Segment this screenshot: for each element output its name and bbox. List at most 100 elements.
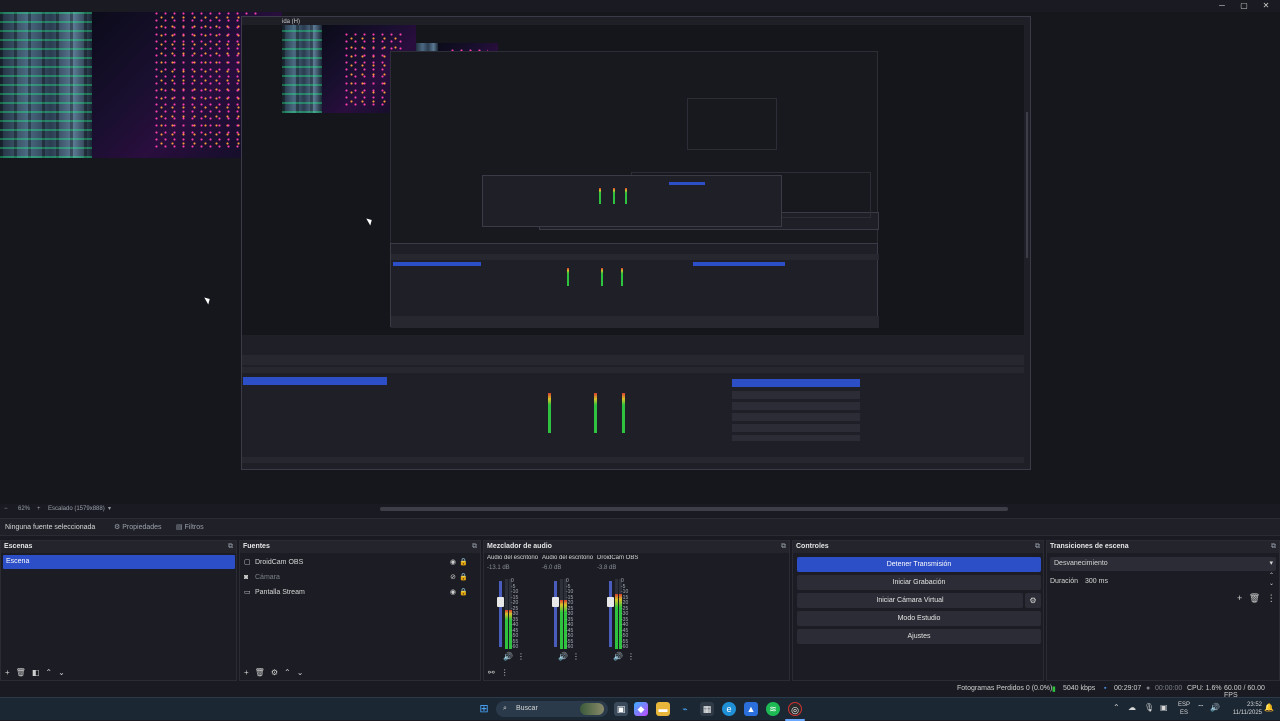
duration-label: Duración <box>1050 578 1079 585</box>
add-icon[interactable]: + <box>1237 593 1242 603</box>
photos-icon[interactable]: ▲ <box>744 702 758 716</box>
language-code: ESP <box>1178 702 1191 708</box>
clock-date: 11/11/2025 <box>1232 710 1262 716</box>
more-icon[interactable]: ⋮ <box>517 652 525 661</box>
more-icon[interactable]: ⋮ <box>627 652 635 661</box>
dock-float-icon[interactable]: ⧉ <box>781 541 786 553</box>
close-button[interactable]: ✕ <box>1260 1 1272 11</box>
terminal-icon[interactable]: ⌁ <box>678 702 692 716</box>
record-icon: ● <box>1146 685 1151 692</box>
clock[interactable]: 23:52 11/11/2025 <box>1226 701 1262 717</box>
windows-start-icon[interactable]: ⊞ <box>477 702 491 716</box>
eye-icon[interactable]: ◉ <box>450 556 456 570</box>
edge-icon[interactable]: e <box>722 702 736 716</box>
signal-icon: ▮ <box>1052 686 1056 693</box>
source-item-pantalla[interactable]: ▭ Pantalla Stream ◉ 🔒 <box>244 586 470 600</box>
zoom-in-icon[interactable]: + <box>37 506 41 512</box>
lock-icon[interactable]: 🔒 <box>459 571 468 585</box>
dock-float-icon[interactable]: ⧉ <box>1271 541 1276 553</box>
preview-horizontal-scrollbar[interactable] <box>380 507 1008 511</box>
eye-hidden-icon[interactable]: ⊘ <box>450 571 456 585</box>
context-bar: Ninguna fuente seleccionada ⚙ Propiedade… <box>0 518 1280 536</box>
maximize-button[interactable]: ▢ <box>1238 1 1250 11</box>
start-virtual-camera-button[interactable]: Iniciar Cámara Virtual <box>797 593 1023 608</box>
scene-item[interactable]: Escena <box>3 555 235 569</box>
lock-icon[interactable]: 🔒 <box>459 586 468 600</box>
taskbar: ⊞ ⌕ Buscar ▣ ◆ ▬ ⌁ ▦ e ▲ ≋ ◎ ⌃ ☁ 🎙 ▣ ESP… <box>0 697 1280 721</box>
add-icon[interactable]: + <box>244 668 249 677</box>
more-icon[interactable]: ⋮ <box>1267 593 1276 603</box>
transition-select[interactable]: Desvanecimiento ▾ <box>1050 557 1276 571</box>
notification-icon[interactable]: 🔔 <box>1264 703 1274 712</box>
stepper-icon[interactable]: ⌃ ⌄ <box>1269 572 1274 588</box>
copilot-icon[interactable]: ◆ <box>634 702 648 716</box>
source-item-droidcam[interactable]: ▢ DroidCam OBS ◉ 🔒 <box>244 556 470 570</box>
app-tray-icon[interactable]: ▣ <box>1160 703 1168 712</box>
chevron-up-icon[interactable]: ⌃ <box>1113 703 1120 712</box>
duration-input[interactable]: 300 ms ⌃ ⌄ <box>1081 572 1276 589</box>
properties-button[interactable]: ⚙ Propiedades <box>114 522 162 534</box>
start-recording-button[interactable]: Iniciar Grabación <box>797 575 1041 590</box>
chevron-down-icon[interactable]: ⌄ <box>297 668 304 677</box>
channel-name: Audio del escritorio <box>542 555 594 561</box>
preview-canvas[interactable]: ida (H) <box>0 12 1280 504</box>
source-item-camara[interactable]: ◙ Cámara ⊘ 🔒 <box>244 571 470 585</box>
cloud-icon[interactable]: ☁ <box>1128 703 1136 712</box>
speaker-icon[interactable]: 🔊 <box>558 652 568 661</box>
volume-slider-handle[interactable] <box>497 597 504 607</box>
scene-filter-icon[interactable]: ◧ <box>32 668 40 677</box>
more-icon[interactable]: ⋮ <box>501 668 509 677</box>
store-icon[interactable]: ▦ <box>700 702 714 716</box>
chevron-down-icon[interactable]: ▾ <box>108 505 111 512</box>
volume-slider-handle[interactable] <box>607 597 614 607</box>
wifi-icon[interactable]: ⌔ <box>1197 703 1205 713</box>
spotify-icon[interactable]: ≋ <box>766 702 780 716</box>
volume-slider-handle[interactable] <box>552 597 559 607</box>
chevron-up-icon[interactable]: ⌃ <box>45 668 52 677</box>
trash-icon[interactable]: 🗑 <box>1249 593 1260 603</box>
stream-icon: ▪ <box>1104 685 1107 692</box>
obs-icon[interactable]: ◎ <box>788 702 802 716</box>
transitions-dock: Transiciones de escena ⧉ Desvanecimiento… <box>1046 540 1280 681</box>
chevron-down-icon[interactable]: ⌄ <box>58 668 65 677</box>
language-indicator[interactable]: ESP ES <box>1178 701 1190 717</box>
taskbar-search[interactable]: ⌕ Buscar <box>496 701 608 717</box>
cursor-reflection <box>366 216 374 226</box>
stop-stream-button[interactable]: Detener Transmisión <box>797 557 1041 572</box>
volume-slider-track[interactable] <box>609 581 612 647</box>
dock-float-icon[interactable]: ⧉ <box>228 541 233 553</box>
speaker-icon[interactable]: 🔊 <box>503 652 513 661</box>
file-explorer-icon[interactable]: ▬ <box>656 702 670 716</box>
trash-icon[interactable]: 🗑 <box>255 668 265 677</box>
scenes-title: Escenas <box>4 543 33 550</box>
nested-obs-window-3 <box>482 175 782 227</box>
minimize-button[interactable]: ─ <box>1216 1 1228 11</box>
link-icon[interactable]: ⚯ <box>488 668 495 677</box>
volume-icon[interactable]: 🔊 <box>1210 703 1220 712</box>
audio-mixer-dock: Mezclador de audio ⧉ Audio del escritori… <box>483 540 790 681</box>
settings-button[interactable]: Ajustes <box>797 629 1041 644</box>
volume-slider-track[interactable] <box>554 581 557 647</box>
channel-name: DroidCam OBS <box>597 555 639 561</box>
add-icon[interactable]: + <box>5 668 10 677</box>
task-view-icon[interactable]: ▣ <box>614 702 628 716</box>
dock-float-icon[interactable]: ⧉ <box>1035 541 1040 553</box>
nested-stop-highlight <box>732 379 860 387</box>
lock-icon[interactable]: 🔒 <box>459 556 468 570</box>
chevron-up-icon[interactable]: ⌃ <box>284 668 291 677</box>
volume-slider-track[interactable] <box>499 581 502 647</box>
more-icon[interactable]: ⋮ <box>572 652 580 661</box>
eye-icon[interactable]: ◉ <box>450 586 456 600</box>
gear-icon[interactable]: ⚙ <box>271 668 278 677</box>
sources-dock: Fuentes ⧉ ▢ DroidCam OBS ◉ 🔒 ◙ Cámara ⊘ … <box>239 540 481 681</box>
mic-icon[interactable]: 🎙 <box>1144 703 1154 712</box>
source-label: Pantalla Stream <box>255 589 305 596</box>
trash-icon[interactable]: 🗑 <box>16 668 26 677</box>
studio-mode-button[interactable]: Modo Estudio <box>797 611 1041 626</box>
dock-float-icon[interactable]: ⧉ <box>472 541 477 553</box>
speaker-icon[interactable]: 🔊 <box>613 652 623 661</box>
filters-button[interactable]: ▤ Filtros <box>176 522 204 534</box>
zoom-out-icon[interactable]: − <box>4 506 8 512</box>
virtual-camera-settings-icon[interactable]: ⚙ <box>1025 593 1041 608</box>
clock-time: 23:52 <box>1246 702 1262 708</box>
